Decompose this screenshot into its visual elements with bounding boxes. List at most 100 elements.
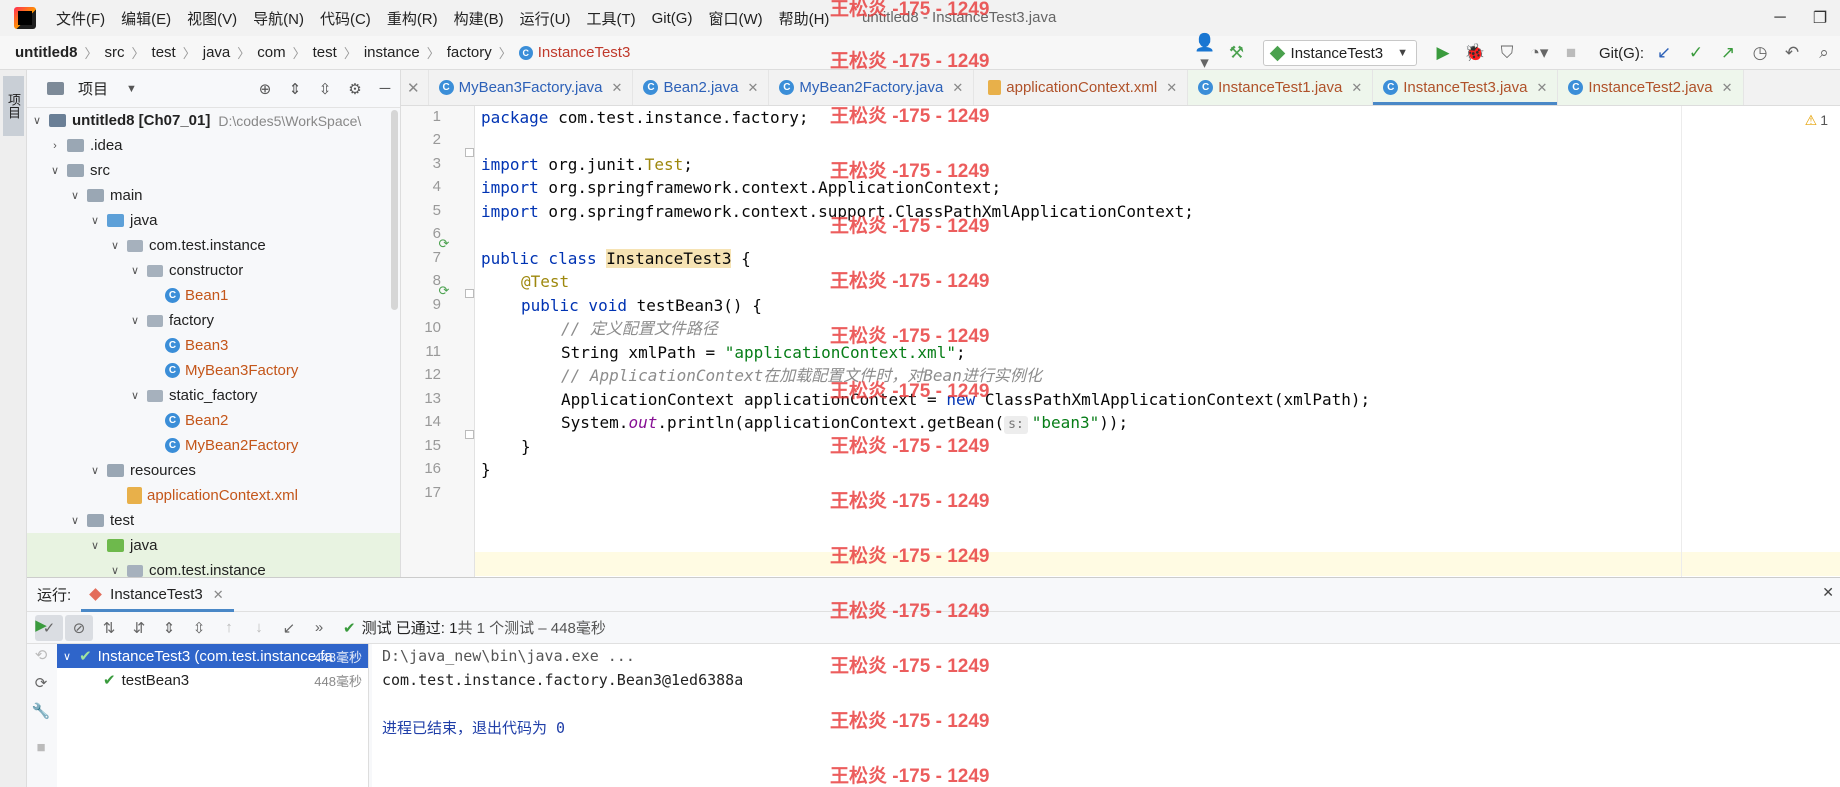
git-push-icon[interactable]: ↗	[1715, 43, 1741, 63]
tab-instancetest3[interactable]: C InstanceTest3.java ✕	[1373, 70, 1559, 105]
menu-help[interactable]: 帮助(H)	[779, 8, 830, 29]
history-icon[interactable]: ◷	[1747, 43, 1773, 63]
tree-item-constructor[interactable]: ∨ constructor	[27, 258, 400, 283]
chevron-down-icon[interactable]: ∨	[67, 189, 83, 202]
chevron-down-icon[interactable]: ∨	[107, 239, 123, 252]
close-icon[interactable]: ✕	[1166, 80, 1177, 96]
close-icon[interactable]: ✕	[1722, 80, 1733, 96]
rerun-icon[interactable]: ▶	[27, 612, 55, 638]
expand-all-icon[interactable]: ⇕	[280, 80, 310, 98]
tree-item-appcontext-xml[interactable]: applicationContext.xml	[27, 483, 400, 508]
close-panel-icon[interactable]: ✕	[1822, 584, 1834, 601]
tree-item-src[interactable]: ∨ src	[27, 158, 400, 183]
minimize-icon[interactable]: ─	[1760, 9, 1800, 27]
close-icon[interactable]: ✕	[952, 80, 963, 96]
run-test-method-icon[interactable]: ⟳	[436, 283, 452, 299]
collapse-all-icon[interactable]: ⇳	[310, 80, 340, 98]
search-icon[interactable]: ⌕	[1811, 43, 1837, 63]
tab-instancetest1[interactable]: C InstanceTest1.java ✕	[1188, 70, 1374, 105]
tab-instancetest2[interactable]: C InstanceTest2.java ✕	[1558, 70, 1744, 105]
tree-item-module[interactable]: ∨ untitled8 [Ch07_01] D:\codes5\WorkSpac…	[27, 108, 400, 133]
menu-view[interactable]: 视图(V)	[187, 8, 237, 29]
stop-icon[interactable]: ■	[27, 734, 55, 760]
next-failed-icon[interactable]: ↓	[245, 615, 273, 641]
fold-icon[interactable]	[465, 430, 474, 439]
menu-code[interactable]: 代码(C)	[320, 8, 371, 29]
tree-item-mybean3factory[interactable]: C MyBean3Factory	[27, 358, 400, 383]
import-results-icon[interactable]: ↙	[275, 615, 303, 641]
console-output[interactable]: D:\java_new\bin\java.exe ... com.test.in…	[372, 644, 1840, 787]
breadcrumb-current-file[interactable]: InstanceTest3	[538, 44, 631, 61]
more-icon[interactable]: »	[305, 615, 333, 641]
tab-mybean2factory[interactable]: C MyBean2Factory.java ✕	[769, 70, 975, 105]
tree-item-main-java[interactable]: ∨ java	[27, 208, 400, 233]
tree-item-package[interactable]: ∨ com.test.instance	[27, 233, 400, 258]
menu-refactor[interactable]: 重构(R)	[387, 8, 438, 29]
chevron-right-icon[interactable]: ›	[47, 140, 63, 152]
tree-item-mybean2factory[interactable]: C MyBean2Factory	[27, 433, 400, 458]
project-panel-title[interactable]: 项目	[78, 78, 108, 99]
run-tab-instancetest3[interactable]: InstanceTest3 ✕	[81, 578, 235, 612]
breadcrumb-factory[interactable]: factory	[447, 44, 492, 61]
close-icon[interactable]: ✕	[1537, 80, 1548, 96]
show-ignored-icon[interactable]: ⊘	[65, 614, 93, 641]
gear-icon[interactable]: ⚙	[340, 80, 370, 98]
fold-icon[interactable]	[465, 148, 474, 157]
breadcrumb-instance[interactable]: instance	[364, 44, 420, 61]
code-editor[interactable]: 1 2 3 4 5 6 7 8 9 10 11 12 13 14 15 16 1…	[401, 106, 1840, 577]
tab-bean2[interactable]: C Bean2.java ✕	[633, 70, 770, 105]
tree-item-test[interactable]: ∨ test	[27, 508, 400, 533]
tree-item-static-factory[interactable]: ∨ static_factory	[27, 383, 400, 408]
chevron-down-icon[interactable]: ∨	[29, 114, 45, 127]
menu-window[interactable]: 窗口(W)	[708, 8, 762, 29]
fold-icon[interactable]	[465, 289, 474, 298]
git-update-icon[interactable]: ↙	[1651, 43, 1677, 63]
project-tool-tab[interactable]: 项目	[3, 76, 24, 136]
hide-icon[interactable]: ─	[370, 80, 400, 98]
sort-duration-icon[interactable]: ⇵	[125, 615, 153, 641]
stop-icon[interactable]: ■	[1558, 43, 1584, 63]
user-icon[interactable]: 👤▾	[1192, 33, 1218, 73]
tree-item-test-java[interactable]: ∨ java	[27, 533, 400, 558]
wrench-icon[interactable]: 🔧	[27, 698, 55, 724]
tree-item-resources[interactable]: ∨ resources	[27, 458, 400, 483]
close-icon[interactable]: ✕	[213, 587, 224, 603]
tree-item-idea[interactable]: › .idea	[27, 133, 400, 158]
coverage-icon[interactable]: ⛉	[1494, 43, 1520, 63]
run-test-class-icon[interactable]: ⟳	[436, 236, 452, 252]
close-icon[interactable]: ✕	[748, 80, 759, 96]
chevron-down-icon[interactable]: ∨	[87, 214, 103, 227]
rerun-failed-icon[interactable]: ⟲	[27, 642, 55, 668]
tab-mybean3factory[interactable]: C MyBean3Factory.java ✕	[429, 70, 634, 105]
menu-run[interactable]: 运行(U)	[520, 8, 571, 29]
chevron-down-icon[interactable]: ∨	[67, 514, 83, 527]
menu-navigate[interactable]: 导航(N)	[253, 8, 304, 29]
close-icon[interactable]: ✕	[1351, 80, 1362, 96]
chevron-down-icon[interactable]: ▼	[126, 83, 137, 95]
inspection-warnings[interactable]: ⚠ 1	[1805, 112, 1828, 129]
breadcrumb-src[interactable]: src	[105, 44, 125, 61]
menu-git[interactable]: Git(G)	[652, 10, 693, 27]
menu-file[interactable]: 文件(F)	[56, 8, 105, 29]
tree-item-test-package[interactable]: ∨ com.test.instance	[27, 558, 400, 577]
chevron-down-icon[interactable]: ∨	[63, 650, 71, 663]
breadcrumb-java[interactable]: java	[203, 44, 231, 61]
tree-item-bean1[interactable]: C Bean1	[27, 283, 400, 308]
breadcrumb-test[interactable]: test	[152, 44, 176, 61]
git-commit-icon[interactable]: ✓	[1683, 43, 1709, 63]
toggle-auto-test-icon[interactable]: ⟳	[27, 670, 55, 696]
tree-item-bean2[interactable]: C Bean2	[27, 408, 400, 433]
rollback-icon[interactable]: ↶	[1779, 43, 1805, 63]
tabs-overflow[interactable]: ✕	[401, 70, 429, 105]
previous-failed-icon[interactable]: ↑	[215, 615, 243, 641]
locate-icon[interactable]: ⊕	[250, 80, 280, 98]
run-configuration-select[interactable]: InstanceTest3 ▼	[1262, 40, 1417, 66]
collapse-all-icon[interactable]: ⇳	[185, 615, 213, 641]
breadcrumb-project[interactable]: untitled8	[15, 44, 78, 61]
tree-item-main[interactable]: ∨ main	[27, 183, 400, 208]
debug-icon[interactable]: 🐞	[1462, 43, 1488, 63]
profile-icon[interactable]: ◔▾	[1526, 43, 1552, 63]
tree-item-factory[interactable]: ∨ factory	[27, 308, 400, 333]
menu-build[interactable]: 构建(B)	[454, 8, 504, 29]
expand-all-icon[interactable]: ⇕	[155, 615, 183, 641]
